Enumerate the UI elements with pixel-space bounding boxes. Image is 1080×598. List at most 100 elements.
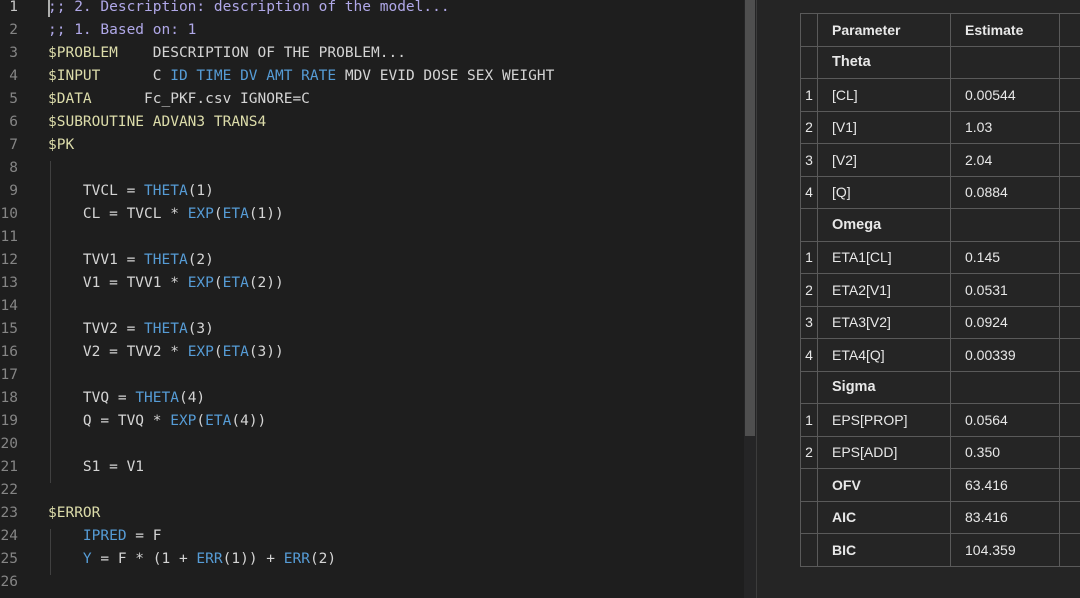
section-row-omega: Omega: [800, 208, 1080, 242]
code-line[interactable]: 7 $PK: [0, 134, 744, 157]
code-token: $DATA: [48, 91, 92, 107]
code-token: $INPUT: [48, 68, 101, 84]
code-line[interactable]: 16 V2 = TVV2 * EXP(ETA(3)): [0, 341, 744, 364]
code-text[interactable]: $PK: [48, 134, 74, 157]
code-token: V2 = TVV2 *: [48, 344, 188, 360]
code-line[interactable]: 19 Q = TVQ * EXP(ETA(4)): [0, 410, 744, 433]
line-number: 1: [9, 0, 18, 15]
extra-cell: [1059, 435, 1080, 469]
code-line[interactable]: 9 TVCL = THETA(1): [0, 180, 744, 203]
code-token: $ERROR: [48, 505, 101, 521]
code-line[interactable]: 1 ;; 2. Description: description of the m…: [0, 0, 744, 19]
code-line[interactable]: 26: [0, 571, 744, 594]
code-line[interactable]: 12 TVV1 = THETA(2): [0, 249, 744, 272]
line-number: 15: [0, 321, 18, 337]
line-number: 9: [9, 183, 18, 199]
extra-cell: [1059, 370, 1080, 404]
extra-cell: [1059, 78, 1080, 112]
stat-value: 83.416: [950, 500, 1060, 534]
code-text[interactable]: S1 = V1: [48, 456, 144, 479]
code-editor[interactable]: 1 ;; 2. Description: description of the m…: [0, 0, 756, 598]
extra-cell: [1059, 403, 1080, 437]
code-token: CL = TVCL *: [48, 206, 188, 222]
code-line[interactable]: 11: [0, 226, 744, 249]
code-line[interactable]: 22: [0, 479, 744, 502]
code-line[interactable]: 5 $DATA Fc_PKF.csv IGNORE=C: [0, 88, 744, 111]
row-index: 1: [800, 240, 818, 274]
code-text[interactable]: $PROBLEM DESCRIPTION OF THE PROBLEM...: [48, 42, 406, 65]
code-text[interactable]: TVQ = THETA(4): [48, 387, 205, 410]
line-number: 12: [0, 252, 18, 268]
line-number: 6: [9, 114, 18, 130]
line-number: 13: [0, 275, 18, 291]
line-number: 3: [9, 45, 18, 61]
line-number: 10: [0, 206, 18, 222]
code-token: (1): [187, 183, 214, 199]
parameter-name: ETA2[V1]: [817, 273, 951, 307]
code-token: ETA: [205, 413, 232, 429]
code-line[interactable]: 14: [0, 295, 744, 318]
code-text[interactable]: $DATA Fc_PKF.csv IGNORE=C: [48, 88, 310, 111]
code-text[interactable]: ;; 2. Description: description of the mo…: [48, 0, 450, 19]
table-row: 1 [CL] 0.00544: [800, 78, 1080, 112]
code-token: (1)): [248, 206, 284, 222]
estimate-value: 0.145: [950, 240, 1060, 274]
code-token: EXP: [187, 344, 214, 360]
code-text[interactable]: V2 = TVV2 * EXP(ETA(3)): [48, 341, 284, 364]
code-line[interactable]: 18 TVQ = THETA(4): [0, 387, 744, 410]
code-text[interactable]: ;; 1. Based on: 1: [48, 19, 196, 42]
code-token: (2): [187, 252, 214, 268]
code-line[interactable]: 4 $INPUT C ID TIME DV AMT RATE MDV EVID D…: [0, 65, 744, 88]
table-row: 2 EPS[ADD] 0.350: [800, 435, 1080, 469]
table-row: 1 ETA1[CL] 0.145: [800, 240, 1080, 274]
code-text[interactable]: TVV1 = THETA(2): [48, 249, 214, 272]
code-token: ETA: [222, 344, 249, 360]
code-line[interactable]: 15 TVV2 = THETA(3): [0, 318, 744, 341]
code-line[interactable]: 3 $PROBLEM DESCRIPTION OF THE PROBLEM...: [0, 42, 744, 65]
code-token: ADVAN3 TRANS4: [144, 114, 267, 130]
code-text[interactable]: $SUBROUTINE ADVAN3 TRANS4: [48, 111, 266, 134]
editor-scrollbar-thumb[interactable]: [745, 0, 755, 436]
estimate-value: 2.04: [950, 143, 1060, 177]
extra-cell: [1059, 110, 1080, 144]
stat-value: 104.359: [950, 533, 1060, 567]
code-token: EXP: [187, 275, 214, 291]
code-line[interactable]: 6 $SUBROUTINE ADVAN3 TRANS4: [0, 111, 744, 134]
code-token: EXP: [187, 206, 214, 222]
code-text[interactable]: IPRED = F: [48, 525, 162, 548]
line-number: 20: [0, 436, 18, 452]
code-text[interactable]: TVV2 = THETA(3): [48, 318, 214, 341]
code-text[interactable]: Y = F * (1 + ERR(1)) + ERR(2): [48, 548, 336, 571]
line-number: 2: [9, 22, 18, 38]
code-token: Q = TVQ *: [48, 413, 171, 429]
code-token: C: [100, 68, 171, 84]
code-line[interactable]: 13 V1 = TVV1 * EXP(ETA(2)): [0, 272, 744, 295]
code-text[interactable]: $ERROR: [48, 502, 100, 525]
code-line[interactable]: 2 ;; 1. Based on: 1: [0, 19, 744, 42]
code-text[interactable]: TVCL = THETA(1): [48, 180, 214, 203]
table-header-row: Parameter Estimate: [800, 13, 1080, 47]
section-title: Theta: [817, 45, 951, 79]
line-number: 24: [0, 528, 18, 544]
extra-column-header: [1059, 13, 1080, 47]
code-line[interactable]: 20: [0, 433, 744, 456]
code-line[interactable]: 21 S1 = V1: [0, 456, 744, 479]
code-text[interactable]: CL = TVCL * EXP(ETA(1)): [48, 203, 284, 226]
code-line[interactable]: 25 Y = F * (1 + ERR(1)) + ERR(2): [0, 548, 744, 571]
extra-cell: [1059, 175, 1080, 209]
line-number: 7: [9, 137, 18, 153]
parameter-name: [CL]: [817, 78, 951, 112]
code-text[interactable]: V1 = TVV1 * EXP(ETA(2)): [48, 272, 284, 295]
code-text[interactable]: $INPUT C ID TIME DV AMT RATE MDV EVID DO…: [48, 65, 554, 88]
estimate-header: Estimate: [950, 13, 1060, 47]
code-text[interactable]: Q = TVQ * EXP(ETA(4)): [48, 410, 266, 433]
stat-name: BIC: [817, 533, 951, 567]
code-line[interactable]: 8: [0, 157, 744, 180]
code-line[interactable]: 23 $ERROR: [0, 502, 744, 525]
code-line[interactable]: 10 CL = TVCL * EXP(ETA(1)): [0, 203, 744, 226]
text-cursor: [48, 0, 50, 17]
code-line[interactable]: 17: [0, 364, 744, 387]
index-cell: [800, 500, 818, 534]
code-line[interactable]: 24 IPRED = F: [0, 525, 744, 548]
